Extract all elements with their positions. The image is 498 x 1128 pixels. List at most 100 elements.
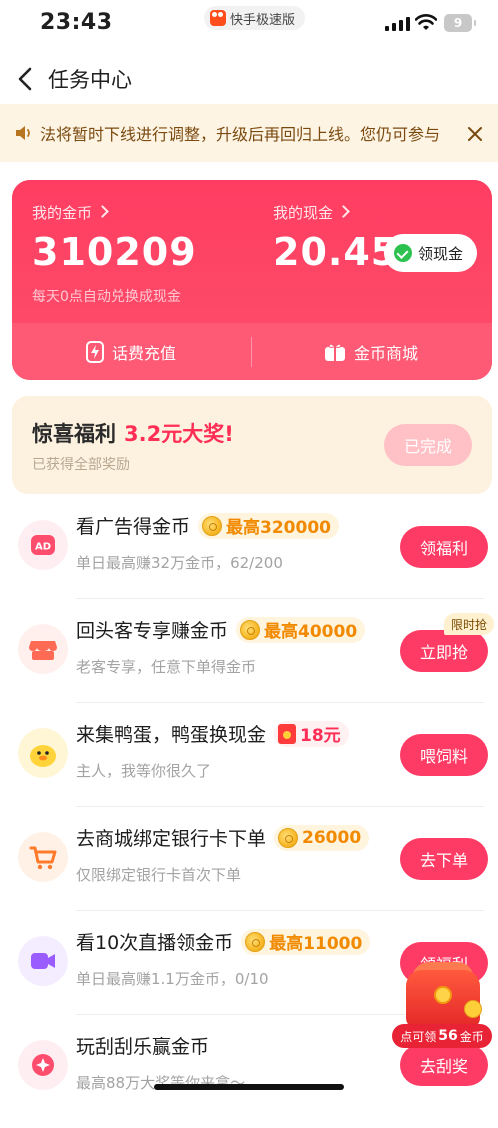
chest-suffix: 金币 xyxy=(459,1029,484,1044)
reward-badge: 最高11000 xyxy=(241,928,371,955)
task-action-button[interactable]: 立即抢 xyxy=(400,630,488,672)
app-switch-pill[interactable]: 快手极速版 xyxy=(204,6,306,30)
reward-badge: 26000 xyxy=(274,824,370,851)
home-indicator[interactable] xyxy=(154,1084,344,1090)
notice-bar: 法将暂时下线进行调整，升级后再回归上线。您仍可参与 xyxy=(0,104,498,162)
phone-recharge-button[interactable]: 话费充值 xyxy=(12,323,250,380)
task-subtitle: 单日最高赚32万金币，62/200 xyxy=(76,554,283,572)
reward-badge: 最高40000 xyxy=(236,616,366,643)
task-title-line: 来集鸭蛋，鸭蛋换现金 18元 xyxy=(76,720,349,747)
coin-mall-button[interactable]: 金币商城 xyxy=(252,323,490,380)
coins-note: 每天0点自动兑换成现金 xyxy=(32,289,181,305)
coin-icon xyxy=(278,827,299,848)
battery-level: 9 xyxy=(453,16,463,30)
wechat-check-icon xyxy=(394,244,412,262)
surprise-subtitle: 已获得全部奖励 xyxy=(32,457,130,473)
task-title-line: 玩刮刮乐赢金币 xyxy=(76,1032,209,1059)
chest-amount: 56 xyxy=(438,1028,458,1044)
reward-amount: 26000 xyxy=(302,827,362,848)
task-subtitle: 单日最高赚1.1万金币，0/10 xyxy=(76,970,269,988)
task-title: 看广告得金币 xyxy=(76,516,191,538)
coin-icon xyxy=(245,931,266,952)
reward-badge: 最高320000 xyxy=(198,512,339,539)
wallet-summary: 我的金币 310209 每天0点自动兑换成现金 我的现金 20.45 领现金 xyxy=(12,180,492,323)
surprise-highlight: 3.2元大奖! xyxy=(124,422,234,446)
speaker-icon xyxy=(16,126,30,140)
task-subtitle: 主人，我等你很久了 xyxy=(76,762,212,780)
list-divider xyxy=(76,598,484,599)
coin-mall-label: 金币商城 xyxy=(353,343,418,363)
task-subtitle: 仅限绑定银行卡首次下单 xyxy=(76,866,242,884)
coins-balance: 310209 xyxy=(32,230,197,274)
page-title: 任务中心 xyxy=(48,68,132,92)
wifi-icon xyxy=(415,14,437,30)
task-action-button[interactable]: 去下单 xyxy=(400,838,488,880)
task-title-line: 回头客专享赚金币 最高40000 xyxy=(76,616,366,643)
withdraw-cash-label: 领现金 xyxy=(418,244,464,263)
coin-icon xyxy=(464,1000,482,1018)
live-icon xyxy=(18,936,68,986)
shop-icon xyxy=(18,624,68,674)
chevron-right-icon xyxy=(337,205,350,218)
task-title: 回头客专享赚金币 xyxy=(76,620,229,642)
limited-time-tag: 限时抢 xyxy=(444,613,495,635)
duck-icon xyxy=(18,728,68,778)
lightning-icon xyxy=(85,340,104,363)
status-bar: 23:43 快手极速版 9 xyxy=(0,0,498,50)
list-divider xyxy=(76,702,484,703)
task-item: AD 看广告得金币 最高320000 单日最高赚32万金币，62/200 领福利 xyxy=(0,504,498,608)
task-item: 来集鸭蛋，鸭蛋换现金 18元 主人，我等你很久了 喂饲料 xyxy=(0,712,498,816)
ad-icon: AD xyxy=(18,520,68,570)
my-cash-link[interactable]: 我的现金 xyxy=(273,202,350,223)
coin-icon xyxy=(202,515,223,536)
my-coins-label: 我的金币 xyxy=(32,204,93,222)
task-action-button[interactable]: 喂饲料 xyxy=(400,734,488,776)
task-title-line: 去商城绑定银行卡下单 26000 xyxy=(76,824,370,851)
task-title: 看10次直播领金币 xyxy=(76,932,234,954)
task-action-button[interactable]: 领福利 xyxy=(400,526,488,568)
wallet-card: 我的金币 310209 每天0点自动兑换成现金 我的现金 20.45 领现金 话… xyxy=(12,180,492,380)
reward-badge: 18元 xyxy=(274,720,349,747)
cellular-signal-icon xyxy=(385,17,410,31)
chest-lock-icon xyxy=(434,986,452,1004)
status-time: 23:43 xyxy=(40,10,113,35)
red-packet-icon xyxy=(278,723,297,744)
reward-amount: 最高11000 xyxy=(269,934,363,954)
task-title: 来集鸭蛋，鸭蛋换现金 xyxy=(76,724,267,746)
coin-icon xyxy=(240,619,261,640)
my-coins-link[interactable]: 我的金币 xyxy=(32,202,109,223)
notice-text: 法将暂时下线进行调整，升级后再回归上线。您仍可参与 xyxy=(40,125,441,144)
task-title: 玩刮刮乐赢金币 xyxy=(76,1036,210,1058)
chevron-right-icon xyxy=(96,205,109,218)
cash-balance: 20.45 xyxy=(273,230,399,274)
back-arrow-icon[interactable] xyxy=(14,66,38,92)
my-cash-label: 我的现金 xyxy=(273,204,334,222)
surprise-title: 惊喜福利 xyxy=(32,422,116,446)
phone-recharge-label: 话费充值 xyxy=(111,343,176,363)
completed-button: 已完成 xyxy=(384,424,472,466)
battery-icon: 9 xyxy=(444,14,476,32)
svg-text:AD: AD xyxy=(35,542,51,553)
gift-icon xyxy=(324,343,345,361)
wallet-shortcuts: 话费充值 金币商城 xyxy=(12,323,492,380)
surprise-bonus-card: 惊喜福利 3.2元大奖! 已获得全部奖励 已完成 xyxy=(12,396,492,494)
list-divider xyxy=(76,806,484,807)
nav-bar: 任务中心 xyxy=(0,52,498,104)
chest-reward-label: 点可领 56 金币 xyxy=(392,1024,492,1048)
list-divider xyxy=(76,910,484,911)
reward-amount: 18元 xyxy=(300,726,341,746)
kuaishou-logo-icon xyxy=(210,10,226,26)
treasure-chest-widget[interactable]: 点可领 56 金币 xyxy=(392,956,496,1052)
close-icon[interactable] xyxy=(466,125,484,143)
task-item: 去商城绑定银行卡下单 26000 仅限绑定银行卡首次下单 去下单 xyxy=(0,816,498,920)
task-title-line: 看广告得金币 最高320000 xyxy=(76,512,339,539)
reward-amount: 最高40000 xyxy=(264,622,358,642)
task-title: 去商城绑定银行卡下单 xyxy=(76,828,267,850)
task-title-line: 看10次直播领金币 最高11000 xyxy=(76,928,371,955)
app-name: 快手极速版 xyxy=(230,12,296,28)
task-item: 回头客专享赚金币 最高40000 老客专享，任意下单得金币 立即抢 xyxy=(0,608,498,712)
chest-prefix: 点可领 xyxy=(400,1029,437,1044)
reward-amount: 最高320000 xyxy=(226,518,331,538)
task-subtitle: 老客专享，任意下单得金币 xyxy=(76,658,257,676)
withdraw-cash-button[interactable]: 领现金 xyxy=(384,234,478,272)
